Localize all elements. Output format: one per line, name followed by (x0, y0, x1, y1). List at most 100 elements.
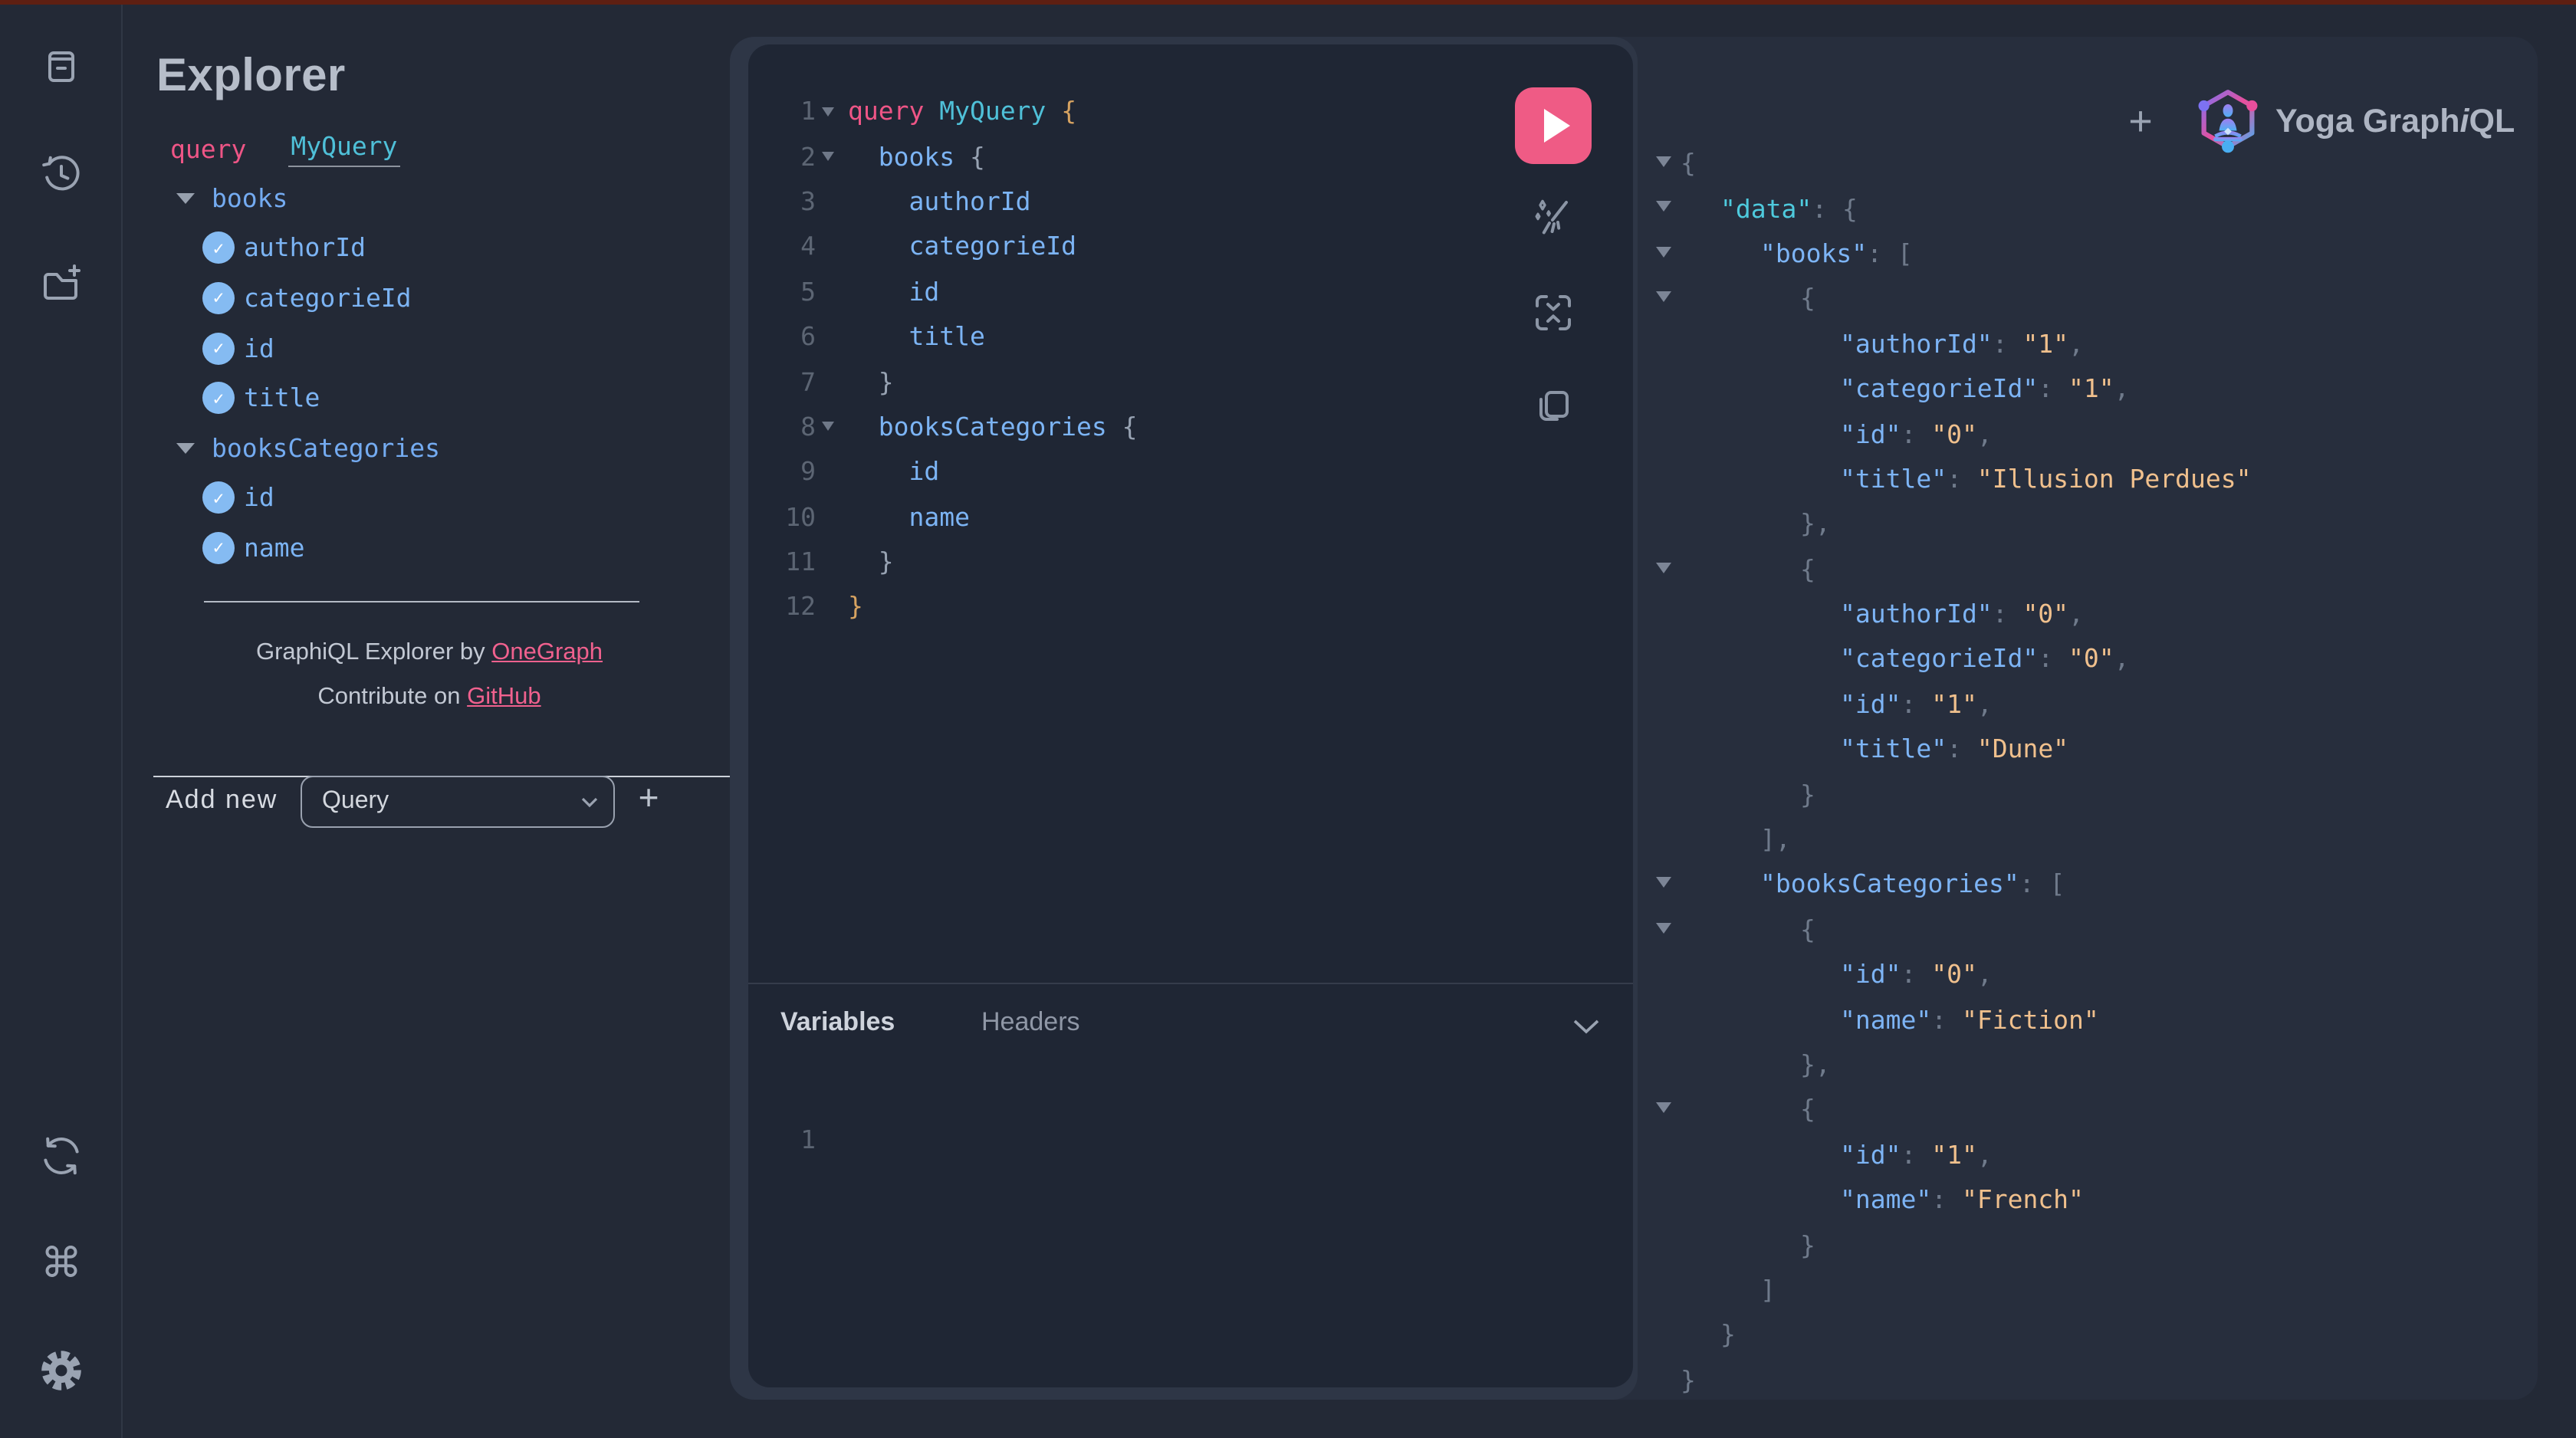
checkbox-checked-icon[interactable]: ✓ (202, 282, 235, 314)
fold-column (816, 152, 840, 161)
editor-line: 1query MyQuery { (748, 89, 1633, 134)
token: "categorieId" (1840, 374, 2038, 403)
explorer-node-booksCategories[interactable]: booksCategories (123, 423, 730, 473)
response-text: } (1720, 1321, 1736, 1350)
history-icon[interactable] (38, 152, 84, 198)
explorer-field-categorieId[interactable]: ✓categorieId (123, 273, 730, 323)
add-tab-button[interactable]: + (2118, 98, 2164, 146)
token: , (2068, 330, 2084, 359)
response-pane: {"data": {"books": [{"authorId": "1","ca… (1638, 37, 2538, 1400)
operation-keyword: query (170, 134, 246, 163)
fold-arrow-icon[interactable] (1656, 922, 1671, 933)
line-number: 12 (748, 593, 816, 622)
copy-query-icon[interactable] (1530, 383, 1576, 429)
checkbox-checked-icon[interactable]: ✓ (202, 232, 235, 264)
checkbox-checked-icon[interactable]: ✓ (202, 382, 235, 414)
settings-icon[interactable] (38, 1348, 84, 1394)
response-text: { (1681, 149, 1696, 178)
explorer-panel: Explorer query MyQuery books✓authorId✓ca… (123, 5, 730, 1438)
fold-column (816, 422, 840, 432)
merge-fragments-icon[interactable] (1530, 290, 1576, 336)
code-text: authorId (840, 187, 1030, 216)
token: "Dune" (1977, 735, 2068, 764)
explorer-field-id[interactable]: ✓id (123, 323, 730, 373)
editor-line: 10 name (748, 494, 1633, 540)
keyboard-shortcuts-icon[interactable]: ⌘ (38, 1240, 84, 1286)
token (848, 322, 909, 351)
explorer-field-authorId[interactable]: ✓authorId (123, 223, 730, 273)
fold-arrow-icon[interactable] (1656, 291, 1671, 302)
variables-editor[interactable]: 1 (748, 1118, 1633, 1163)
response-line: "data": { (1638, 186, 2538, 231)
caret-down-icon[interactable] (176, 193, 195, 204)
github-link[interactable]: GitHub (467, 684, 541, 710)
explorer-title: Explorer (156, 51, 346, 103)
fold-arrow-icon[interactable] (1656, 1102, 1671, 1113)
line-number: 7 (748, 367, 816, 396)
response-line: "title": "Illusion Perdues" (1638, 456, 2538, 501)
add-new-operation-select[interactable]: Query (301, 776, 615, 828)
fold-arrow-icon[interactable] (1656, 878, 1671, 888)
yoga-logo-icon (2196, 87, 2260, 158)
fold-arrow-icon[interactable] (1656, 247, 1671, 258)
tab-variables[interactable]: Variables (780, 1007, 895, 1038)
explorer-field-name[interactable]: ✓ name (123, 523, 730, 573)
checkbox-checked-icon[interactable]: ✓ (202, 332, 235, 364)
token: "0" (1931, 960, 1977, 989)
add-operation-button[interactable]: + (629, 777, 669, 819)
editor-line: 2 books { (748, 134, 1633, 179)
footer-text: GraphiQL Explorer by (256, 639, 491, 665)
explorer-node-books[interactable]: books (123, 173, 730, 223)
collapse-tools-chevron-icon[interactable] (1573, 1015, 1599, 1042)
onegraph-link[interactable]: OneGraph (491, 639, 603, 665)
token: categorieId (909, 232, 1077, 261)
response-line: "categorieId": "1", (1638, 366, 2538, 412)
folder-add-icon[interactable] (38, 261, 84, 307)
explorer-field-id[interactable]: ✓ id (123, 473, 730, 523)
token: "Illusion Perdues" (1977, 465, 2252, 494)
token: } (1681, 1365, 1696, 1394)
response-line: "authorId": "0", (1638, 592, 2538, 637)
code-text: query MyQuery { (840, 97, 1076, 126)
checkbox-checked-icon[interactable]: ✓ (202, 532, 235, 564)
response-line: { (1638, 1087, 2538, 1132)
refetch-icon[interactable] (38, 1133, 84, 1179)
docs-icon[interactable] (38, 43, 84, 89)
response-line: } (1638, 1312, 2538, 1358)
code-text: } (840, 593, 863, 622)
line-number: 3 (748, 187, 816, 216)
field-label: name (244, 534, 305, 563)
fold-arrow-icon[interactable] (1656, 202, 1671, 212)
fold-arrow-icon[interactable] (822, 422, 834, 432)
code-text: booksCategories { (840, 412, 1138, 442)
fold-arrow-icon[interactable] (1656, 562, 1671, 573)
field-label: id (244, 484, 274, 513)
token: , (1977, 960, 1993, 989)
caret-down-icon[interactable] (176, 443, 195, 454)
tab-headers[interactable]: Headers (981, 1007, 1080, 1038)
fold-arrow-icon[interactable] (1656, 156, 1671, 167)
explorer-field-title[interactable]: ✓title (123, 373, 730, 423)
operation-name-input[interactable]: MyQuery (288, 131, 400, 166)
execute-query-button[interactable] (1515, 87, 1592, 164)
token: , (1977, 419, 1993, 448)
response-line: { (1638, 141, 2538, 186)
editor-line: 8 booksCategories { (748, 404, 1633, 449)
response-text: "id": "0", (1840, 960, 1993, 989)
response-line: "title": "Dune" (1638, 727, 2538, 772)
response-json: {"data": {"books": [{"authorId": "1","ca… (1638, 141, 2538, 1400)
editor-line: 6 title (748, 314, 1633, 360)
query-editor[interactable]: 1query MyQuery {2 books {3 authorId4 cat… (748, 44, 1633, 1387)
prettify-icon[interactable] (1530, 193, 1576, 239)
fold-arrow-icon[interactable] (822, 107, 834, 116)
checkbox-checked-icon[interactable]: ✓ (202, 482, 235, 514)
token: { (1800, 1095, 1815, 1124)
editor-line: 11 } (748, 540, 1633, 585)
chevron-down-icon (581, 796, 598, 807)
code-text: books { (840, 142, 985, 171)
explorer-divider (204, 601, 639, 602)
variables-line-number: 1 (748, 1125, 816, 1154)
token: "booksCategories" (1760, 870, 2019, 899)
fold-arrow-icon[interactable] (822, 152, 834, 161)
token: : (1931, 1185, 1962, 1214)
